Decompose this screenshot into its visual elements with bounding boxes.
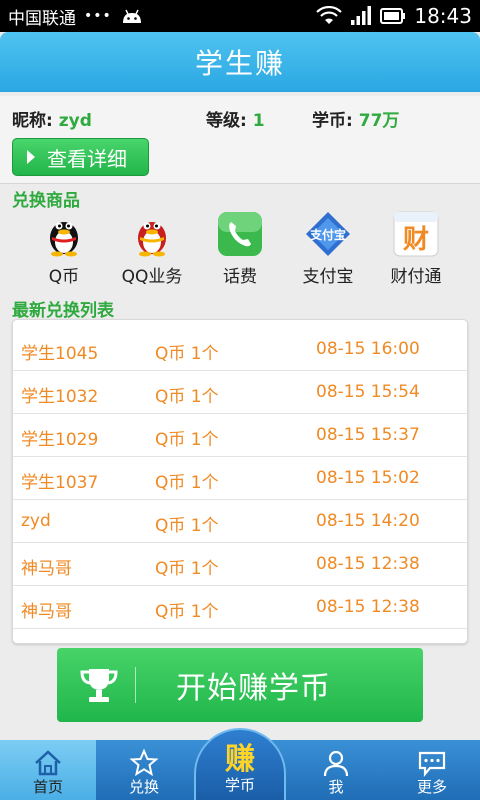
more-chat-icon: [418, 751, 446, 778]
level-value: 1: [252, 111, 265, 131]
wifi-icon: [316, 6, 343, 24]
list-time: 08-15 15:02: [316, 468, 420, 488]
qq-penguin-icon: [50, 222, 78, 257]
recent-exchange-list[interactable]: 学生1045 Q币 1个 08-15 16:00 学生1032 Q币 1个 08…: [12, 319, 468, 644]
star-icon: [129, 748, 159, 777]
list-user: 学生1045: [21, 344, 99, 364]
trophy-icon: [80, 669, 118, 702]
android-icon: [122, 9, 141, 23]
list-item: 神马哥 Q币 1个 08-15 12:38: [13, 586, 467, 629]
list-user: 学生1029: [21, 430, 99, 450]
nav-exchange[interactable]: 兑换: [96, 740, 192, 800]
nickname-label: 昵称:: [12, 111, 53, 131]
nav-home[interactable]: 首页: [0, 740, 96, 800]
list-time: 08-15 12:38: [316, 554, 420, 574]
qq-red-penguin-icon: [138, 222, 166, 257]
signal-icon: [351, 6, 372, 25]
list-item: 学生1029 Q币 1个 08-15 15:37: [13, 414, 467, 457]
goods-label: 支付宝: [302, 267, 354, 287]
list-user: 学生1037: [21, 473, 99, 493]
nav-label: 更多: [416, 778, 447, 796]
goods-item-qq-service[interactable]: QQ业务: [104, 210, 200, 287]
status-bar: 中国联通 ••• 18:43: [0, 0, 480, 32]
list-user: 神马哥: [21, 602, 72, 622]
carrier-label: 中国联通: [8, 8, 76, 29]
nav-more[interactable]: 更多: [384, 740, 480, 800]
start-earning-button[interactable]: 开始赚学币: [57, 648, 423, 722]
level-label: 等级:: [206, 111, 247, 131]
list-item: zyd Q币 1个 08-15 14:20: [13, 500, 467, 543]
coin-label: 学币:: [312, 111, 353, 131]
notification-dots: •••: [84, 8, 112, 24]
list-item: 学生1045 Q币 1个 08-15 16:00: [13, 328, 467, 371]
list-time: 08-15 16:00: [316, 339, 420, 359]
list-user: zyd: [21, 511, 51, 531]
start-earning-label: 开始赚学币: [176, 671, 331, 706]
goods-label: 财付通: [390, 267, 442, 287]
coin-field: 学币: 77万: [312, 106, 399, 131]
goods-label: 话费: [223, 267, 257, 287]
view-detail-button[interactable]: 查看详细: [12, 138, 149, 176]
goods-item-alipay[interactable]: 支付宝 支付宝: [280, 210, 376, 287]
battery-icon: [380, 8, 406, 24]
home-icon: [35, 750, 61, 776]
list-user: 神马哥: [21, 559, 72, 579]
user-stats-row: 昵称: zyd 等级: 1 学币: 77万: [12, 106, 468, 131]
nickname-value: zyd: [58, 111, 92, 131]
list-time: 08-15 15:54: [316, 382, 420, 402]
coin-value: 77万: [358, 111, 400, 131]
goods-item-qcoin[interactable]: Q币: [16, 210, 112, 287]
exchange-goods-list: Q币 QQ业务 话费 支付宝 支付宝 财 财付通: [0, 210, 480, 290]
nav-label: 学币: [224, 776, 255, 794]
goods-label: QQ业务: [121, 267, 183, 287]
nickname-field: 昵称: zyd: [12, 106, 92, 131]
app-header: 学生赚: [0, 32, 480, 92]
list-user: 学生1032: [21, 387, 99, 407]
person-icon: [323, 750, 349, 777]
svg-text:财: 财: [403, 225, 429, 255]
nav-me[interactable]: 我: [288, 740, 384, 800]
list-item-name: Q币 1个: [155, 387, 219, 407]
svg-text:支付宝: 支付宝: [309, 227, 346, 242]
list-time: 08-15 15:37: [316, 425, 420, 445]
alipay-icon: 支付宝: [306, 212, 350, 256]
button-divider: [135, 667, 136, 703]
list-time: 08-15 14:20: [316, 511, 420, 531]
list-item-name: Q币 1个: [155, 559, 219, 579]
nav-label: 我: [328, 778, 344, 796]
list-item-name: Q币 1个: [155, 473, 219, 493]
view-detail-label: 查看详细: [47, 146, 127, 171]
nav-label: 兑换: [128, 778, 159, 796]
goods-label: Q币: [48, 267, 80, 287]
recent-section-title: 最新兑换列表: [12, 301, 114, 321]
list-item-name: Q币 1个: [155, 516, 219, 536]
list-item: 神马哥 Q币 1个 08-15 12:38: [13, 543, 467, 586]
earn-icon: 赚: [225, 742, 255, 777]
list-item: 学生1032 Q币 1个 08-15 15:54: [13, 371, 467, 414]
nav-label: 首页: [32, 778, 63, 796]
list-item-name: Q币 1个: [155, 344, 219, 364]
play-triangle-icon: [27, 150, 35, 164]
list-time: 08-15 12:38: [316, 597, 420, 617]
list-item: 学生1037 Q币 1个 08-15 15:02: [13, 457, 467, 500]
nav-earn-coins[interactable]: 赚 学币: [194, 728, 286, 800]
page-title: 学生赚: [194, 47, 285, 80]
tenpay-icon: 财: [393, 211, 439, 257]
goods-item-phone-fee[interactable]: 话费: [192, 210, 288, 287]
list-item-name: Q币 1个: [155, 602, 219, 622]
goods-item-tenpay[interactable]: 财 财付通: [368, 210, 464, 287]
list-item-name: Q币 1个: [155, 430, 219, 450]
exchange-section-title: 兑换商品: [12, 191, 80, 211]
clock: 18:43: [414, 4, 472, 28]
user-info-panel: 昵称: zyd 等级: 1 学币: 77万 查看详细: [0, 96, 480, 184]
phone-icon: [218, 212, 262, 256]
level-field: 等级: 1: [206, 106, 265, 131]
